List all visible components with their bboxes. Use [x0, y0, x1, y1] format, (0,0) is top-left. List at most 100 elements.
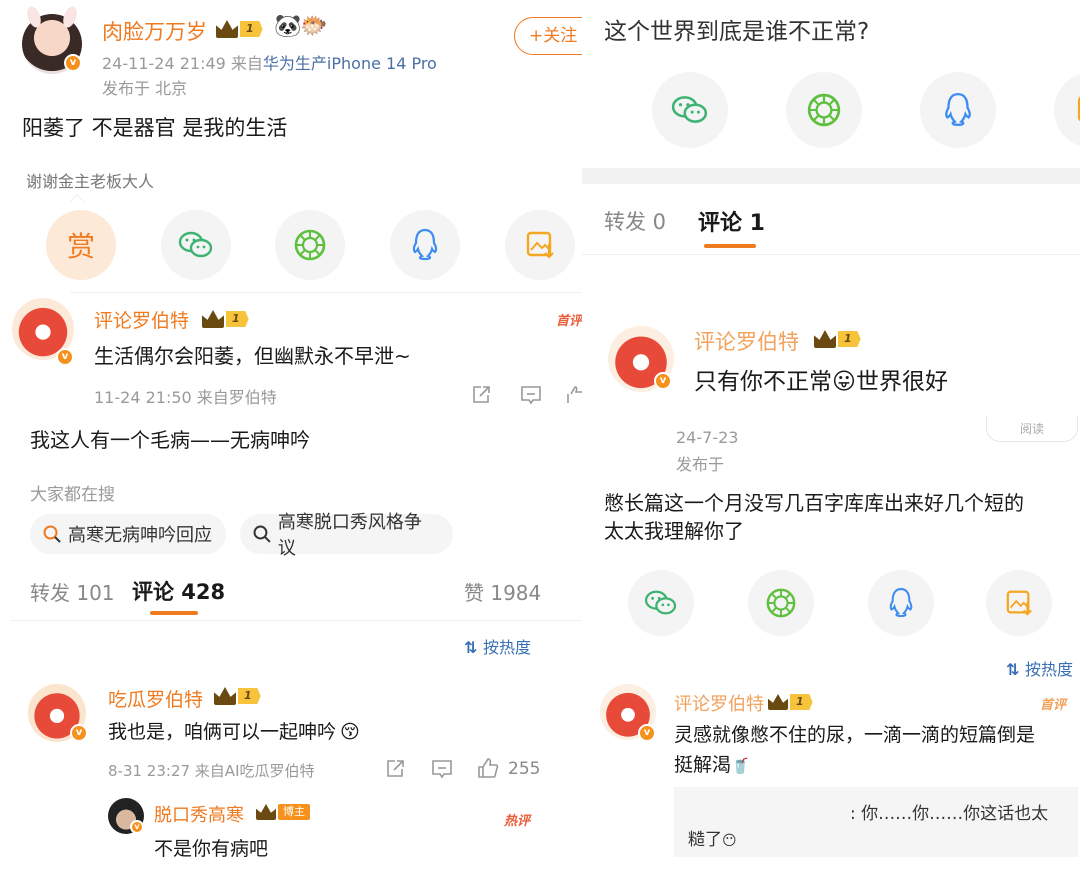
like-icon[interactable]: [566, 384, 582, 406]
emoji-icon: 🥤: [731, 757, 750, 775]
commenter-name[interactable]: 吃瓜罗伯特: [108, 685, 203, 712]
post-location: 发布于: [676, 455, 725, 474]
comment-text: 只有你不正常😛世界很好: [694, 369, 948, 395]
wechat-icon: [671, 96, 708, 123]
sort-button[interactable]: ⇅ 按热度: [1006, 656, 1073, 680]
wechat-icon: [644, 590, 677, 615]
level-crown-icon: 1: [216, 19, 263, 39]
tip-pointer: [69, 193, 85, 209]
level-crown-icon: 1: [768, 692, 813, 712]
trending-search-item[interactable]: 高寒无病呻吟回应: [30, 514, 226, 554]
like-icon[interactable]: [476, 756, 500, 780]
moments-share-button[interactable]: [275, 210, 345, 280]
tab-repost[interactable]: 转发 0: [604, 206, 666, 236]
post-text-line: 太太我理解你了: [604, 519, 744, 543]
moments-icon: [766, 588, 796, 618]
tab-repost[interactable]: 转发 101: [30, 577, 115, 606]
comment-text-line: 挺解渴🥤: [674, 754, 750, 776]
moments-icon: [294, 229, 326, 261]
wechat-share-button[interactable]: [652, 72, 728, 148]
save-image-icon: [1077, 96, 1080, 122]
verified-badge-icon: v: [70, 724, 88, 742]
emoji-icon: 😶: [722, 833, 737, 849]
save-image-button[interactable]: [986, 570, 1052, 636]
sort-button[interactable]: ⇅ 按热度: [464, 634, 531, 658]
post-text: 我这人有一个毛病——无病呻吟: [30, 428, 310, 452]
section-gap: [582, 168, 1080, 184]
emoji-icon: 😚: [340, 721, 360, 743]
level-crown-icon: 1: [214, 686, 261, 706]
device-link[interactable]: 华为生产iPhone 14 Pro: [263, 54, 437, 73]
divider: [10, 620, 582, 621]
like-count: 255: [508, 759, 541, 779]
trending-title: 大家都在搜: [30, 485, 115, 505]
reply-text: 不是你有病吧: [154, 838, 269, 860]
search-icon: [43, 525, 61, 543]
commenter-name[interactable]: 评论罗伯特: [694, 326, 799, 356]
tab-active-indicator: [150, 611, 198, 615]
trending-search-item[interactable]: 高寒脱口秀风格争议: [240, 512, 453, 559]
verified-badge-icon: v: [64, 54, 82, 72]
sort-icon: ⇅: [1006, 660, 1025, 679]
hot-comment-tag: 热评: [504, 814, 531, 829]
author-name[interactable]: 肉脸万万岁: [102, 16, 207, 46]
reply-line: 糙了😶: [688, 830, 737, 850]
moments-share-button[interactable]: [748, 570, 814, 636]
comment-meta: 11-24 21:50 来自罗伯特: [94, 388, 277, 407]
level-crown-icon: 1: [202, 309, 249, 329]
qq-share-button[interactable]: [920, 72, 996, 148]
comment-icon[interactable]: [430, 759, 454, 779]
commenter-name[interactable]: 评论罗伯特: [94, 306, 189, 333]
emoji-icon: 😛: [832, 369, 856, 395]
comment-text: 生活偶尔会阳萎，但幽默永不早泄~: [94, 344, 411, 368]
post-date: 24-7-23: [676, 428, 739, 447]
post-text-line: 憋长篇这一个月没写几百字库库出来好几个短的: [604, 491, 1024, 515]
tab-comment[interactable]: 评论 1: [698, 205, 765, 237]
tab-comment[interactable]: 评论 428: [132, 576, 225, 606]
wechat-share-button[interactable]: [628, 570, 694, 636]
follow-button[interactable]: +关注: [514, 17, 582, 55]
verified-badge-icon: v: [638, 724, 656, 742]
verified-badge-icon: v: [56, 348, 74, 366]
divider: [582, 254, 1080, 255]
reply-line: : 你……你……你这话也太: [850, 804, 1049, 824]
left-screenshot: v 肉脸万万岁 1 🐼 🐡 24-11-24 21:49 来自华为生产iPhon…: [0, 0, 582, 870]
blogger-badge: 博主: [278, 804, 310, 820]
qq-icon: [412, 228, 438, 261]
level-crown-icon: 博主: [256, 802, 310, 822]
save-image-icon: [526, 231, 554, 259]
qq-share-button[interactable]: [868, 570, 934, 636]
sort-icon: ⇅: [464, 638, 483, 657]
commenter-name[interactable]: 评论罗伯特: [674, 690, 764, 716]
reply-author[interactable]: 脱口秀高寒: [154, 801, 244, 827]
read-button[interactable]: 阅读: [986, 416, 1078, 442]
verified-badge-icon: v: [130, 820, 144, 834]
repost-icon[interactable]: [384, 759, 406, 779]
first-comment-tag: 首评: [556, 314, 582, 329]
post-time: 24-11-24 21:49 来自华为生产iPhone 14 Pro: [102, 54, 437, 73]
wechat-share-button[interactable]: [161, 210, 231, 280]
reward-button[interactable]: 赏: [46, 210, 116, 280]
save-image-icon: [1006, 590, 1032, 616]
panda-icon: 🐼: [274, 14, 302, 39]
save-image-button[interactable]: [1054, 72, 1080, 148]
comment-icon[interactable]: [519, 384, 543, 406]
qq-share-button[interactable]: [390, 210, 460, 280]
first-comment-tag: 首评: [1040, 698, 1067, 713]
comment-text: 我也是，咱俩可以一起呻吟 😚: [108, 721, 360, 743]
post-location: 发布于 北京: [102, 79, 188, 98]
comment-text-line: 灵感就像憋不住的尿，一滴一滴的短篇倒是: [674, 724, 1036, 746]
moments-share-button[interactable]: [786, 72, 862, 148]
fish-icon: 🐡: [300, 14, 328, 39]
qq-icon: [945, 92, 971, 126]
divider: [70, 292, 582, 293]
tab-like[interactable]: 赞 1984: [464, 577, 541, 606]
save-image-button[interactable]: [505, 210, 575, 280]
verified-badge-icon: v: [654, 372, 672, 390]
level-crown-icon: 1: [814, 329, 861, 349]
tab-active-indicator: [704, 244, 756, 248]
post-heading: 这个世界到底是谁不正常?: [604, 19, 870, 45]
post-content: 阳萎了 不是器官 是我的生活: [22, 116, 288, 140]
repost-icon[interactable]: [470, 384, 492, 406]
right-screenshot: 这个世界到底是谁不正常? 转发 0 评论 1 v 评论罗伯特 1 只有你不正常😛…: [582, 0, 1080, 870]
